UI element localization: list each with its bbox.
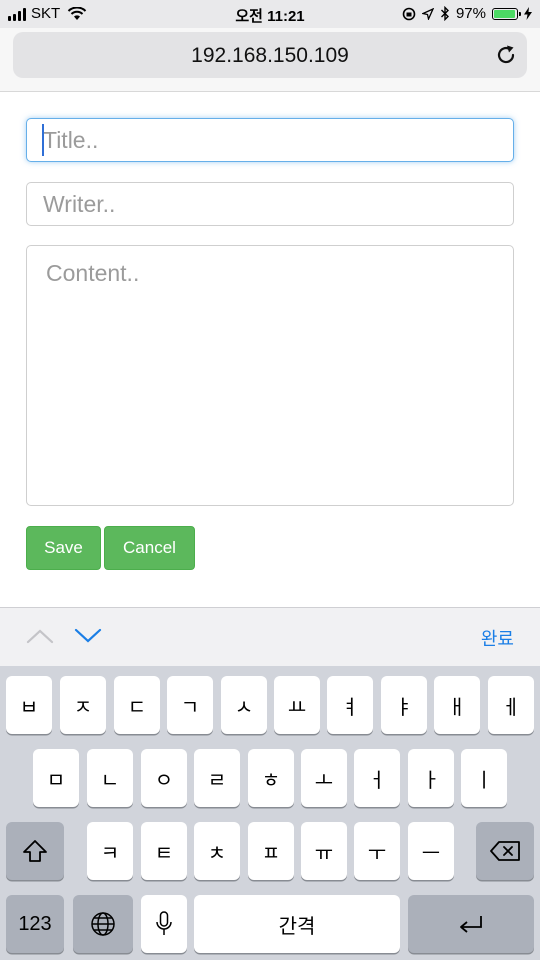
screen-lock-icon — [402, 7, 416, 20]
keyboard-accessory-bar: 완료 — [0, 607, 540, 667]
cancel-button[interactable]: Cancel — [104, 526, 195, 570]
writer-input[interactable] — [26, 182, 514, 226]
battery-icon — [492, 7, 521, 20]
keyboard: ㅂ ㅈ ㄷ ㄱ ㅅ ㅛ ㅕ ㅑ ㅐ ㅔ ㅁ ㄴ ㅇ ㄹ ㅎ ㅗ ㅓ ㅏ ㅣ ㅋ … — [0, 666, 540, 960]
space-key[interactable]: 간격 — [194, 895, 400, 953]
next-field-chevron-down-icon[interactable] — [74, 628, 102, 644]
shift-arrow-icon — [23, 840, 47, 862]
key[interactable]: ㅡ — [408, 822, 454, 880]
key[interactable]: ㅓ — [354, 749, 400, 807]
space-key-label: 간격 — [278, 913, 316, 938]
key[interactable]: ㅂ — [6, 676, 52, 734]
microphone-icon — [156, 911, 172, 935]
key[interactable]: ㅗ — [301, 749, 347, 807]
location-arrow-icon — [421, 7, 434, 20]
globe-key[interactable] — [73, 895, 133, 953]
key[interactable]: ㅍ — [248, 822, 294, 880]
key[interactable]: ㄱ — [167, 676, 213, 734]
key[interactable]: ㄴ — [87, 749, 133, 807]
done-button[interactable]: 완료 — [481, 625, 514, 651]
key[interactable]: ㅈ — [60, 676, 106, 734]
backspace-icon — [490, 841, 520, 861]
bluetooth-icon — [440, 6, 449, 21]
return-key[interactable] — [408, 895, 534, 953]
charging-bolt-icon — [524, 7, 532, 20]
shift-key[interactable] — [6, 822, 64, 880]
battery-percent: 97% — [455, 5, 486, 22]
key[interactable]: ㅏ — [408, 749, 454, 807]
status-bar: SKT 오전 11:21 97% — [0, 0, 540, 28]
address-bar[interactable]: 192.168.150.109 — [13, 32, 527, 78]
key[interactable]: ㅔ — [488, 676, 534, 734]
globe-icon — [91, 912, 115, 936]
numbers-key[interactable]: 123 — [6, 895, 64, 953]
key[interactable]: ㄷ — [114, 676, 160, 734]
dictation-key[interactable] — [141, 895, 187, 953]
key[interactable]: ㅑ — [381, 676, 427, 734]
battery-fill — [494, 9, 516, 18]
url-text[interactable]: 192.168.150.109 — [13, 44, 527, 68]
backspace-key[interactable] — [476, 822, 534, 880]
key[interactable]: ㄹ — [194, 749, 240, 807]
status-right: 97% — [402, 5, 532, 22]
key[interactable]: ㅇ — [141, 749, 187, 807]
key[interactable]: ㅊ — [194, 822, 240, 880]
title-input[interactable] — [26, 118, 514, 162]
key[interactable]: ㅕ — [327, 676, 373, 734]
key[interactable]: ㅣ — [461, 749, 507, 807]
key[interactable]: ㅎ — [248, 749, 294, 807]
key[interactable]: ㅜ — [354, 822, 400, 880]
key[interactable]: ㅐ — [434, 676, 480, 734]
key[interactable]: ㅅ — [221, 676, 267, 734]
browser-toolbar: 192.168.150.109 — [0, 28, 540, 92]
numbers-key-label: 123 — [18, 912, 52, 935]
key[interactable]: ㅠ — [301, 822, 347, 880]
text-cursor — [42, 124, 44, 156]
key[interactable]: ㅛ — [274, 676, 320, 734]
content-textarea[interactable] — [26, 245, 514, 506]
reload-icon[interactable] — [495, 44, 517, 66]
save-button[interactable]: Save — [26, 526, 101, 570]
key[interactable]: ㅋ — [87, 822, 133, 880]
key[interactable]: ㅁ — [33, 749, 79, 807]
return-arrow-icon — [460, 916, 482, 933]
key[interactable]: ㅌ — [141, 822, 187, 880]
previous-field-chevron-up-icon[interactable] — [26, 628, 54, 644]
